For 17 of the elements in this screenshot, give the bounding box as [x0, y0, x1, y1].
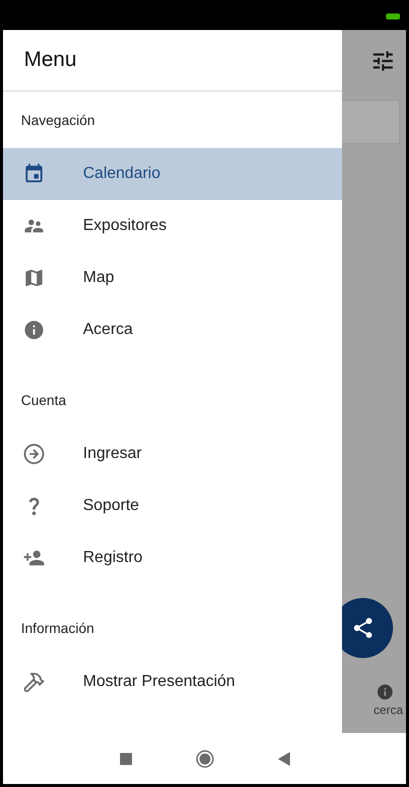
share-icon	[351, 616, 375, 640]
map-icon	[23, 267, 45, 289]
section-heading: Información	[21, 618, 94, 638]
info-icon	[376, 683, 394, 701]
back-button[interactable]	[278, 752, 290, 766]
section-heading: Navegación	[21, 110, 95, 130]
login-icon	[23, 443, 45, 465]
hammer-icon	[23, 671, 45, 693]
section-heading: Cuenta	[21, 390, 66, 410]
battery-icon	[385, 13, 401, 20]
drawer-title: Menu	[24, 47, 77, 74]
recents-button[interactable]	[120, 752, 132, 764]
drawer-item[interactable]: Calendario	[3, 148, 342, 200]
calendar-icon	[23, 163, 45, 185]
bottom-tab-label[interactable]: cerca	[374, 701, 403, 719]
info-icon	[23, 319, 45, 341]
home-button[interactable]	[196, 750, 214, 768]
